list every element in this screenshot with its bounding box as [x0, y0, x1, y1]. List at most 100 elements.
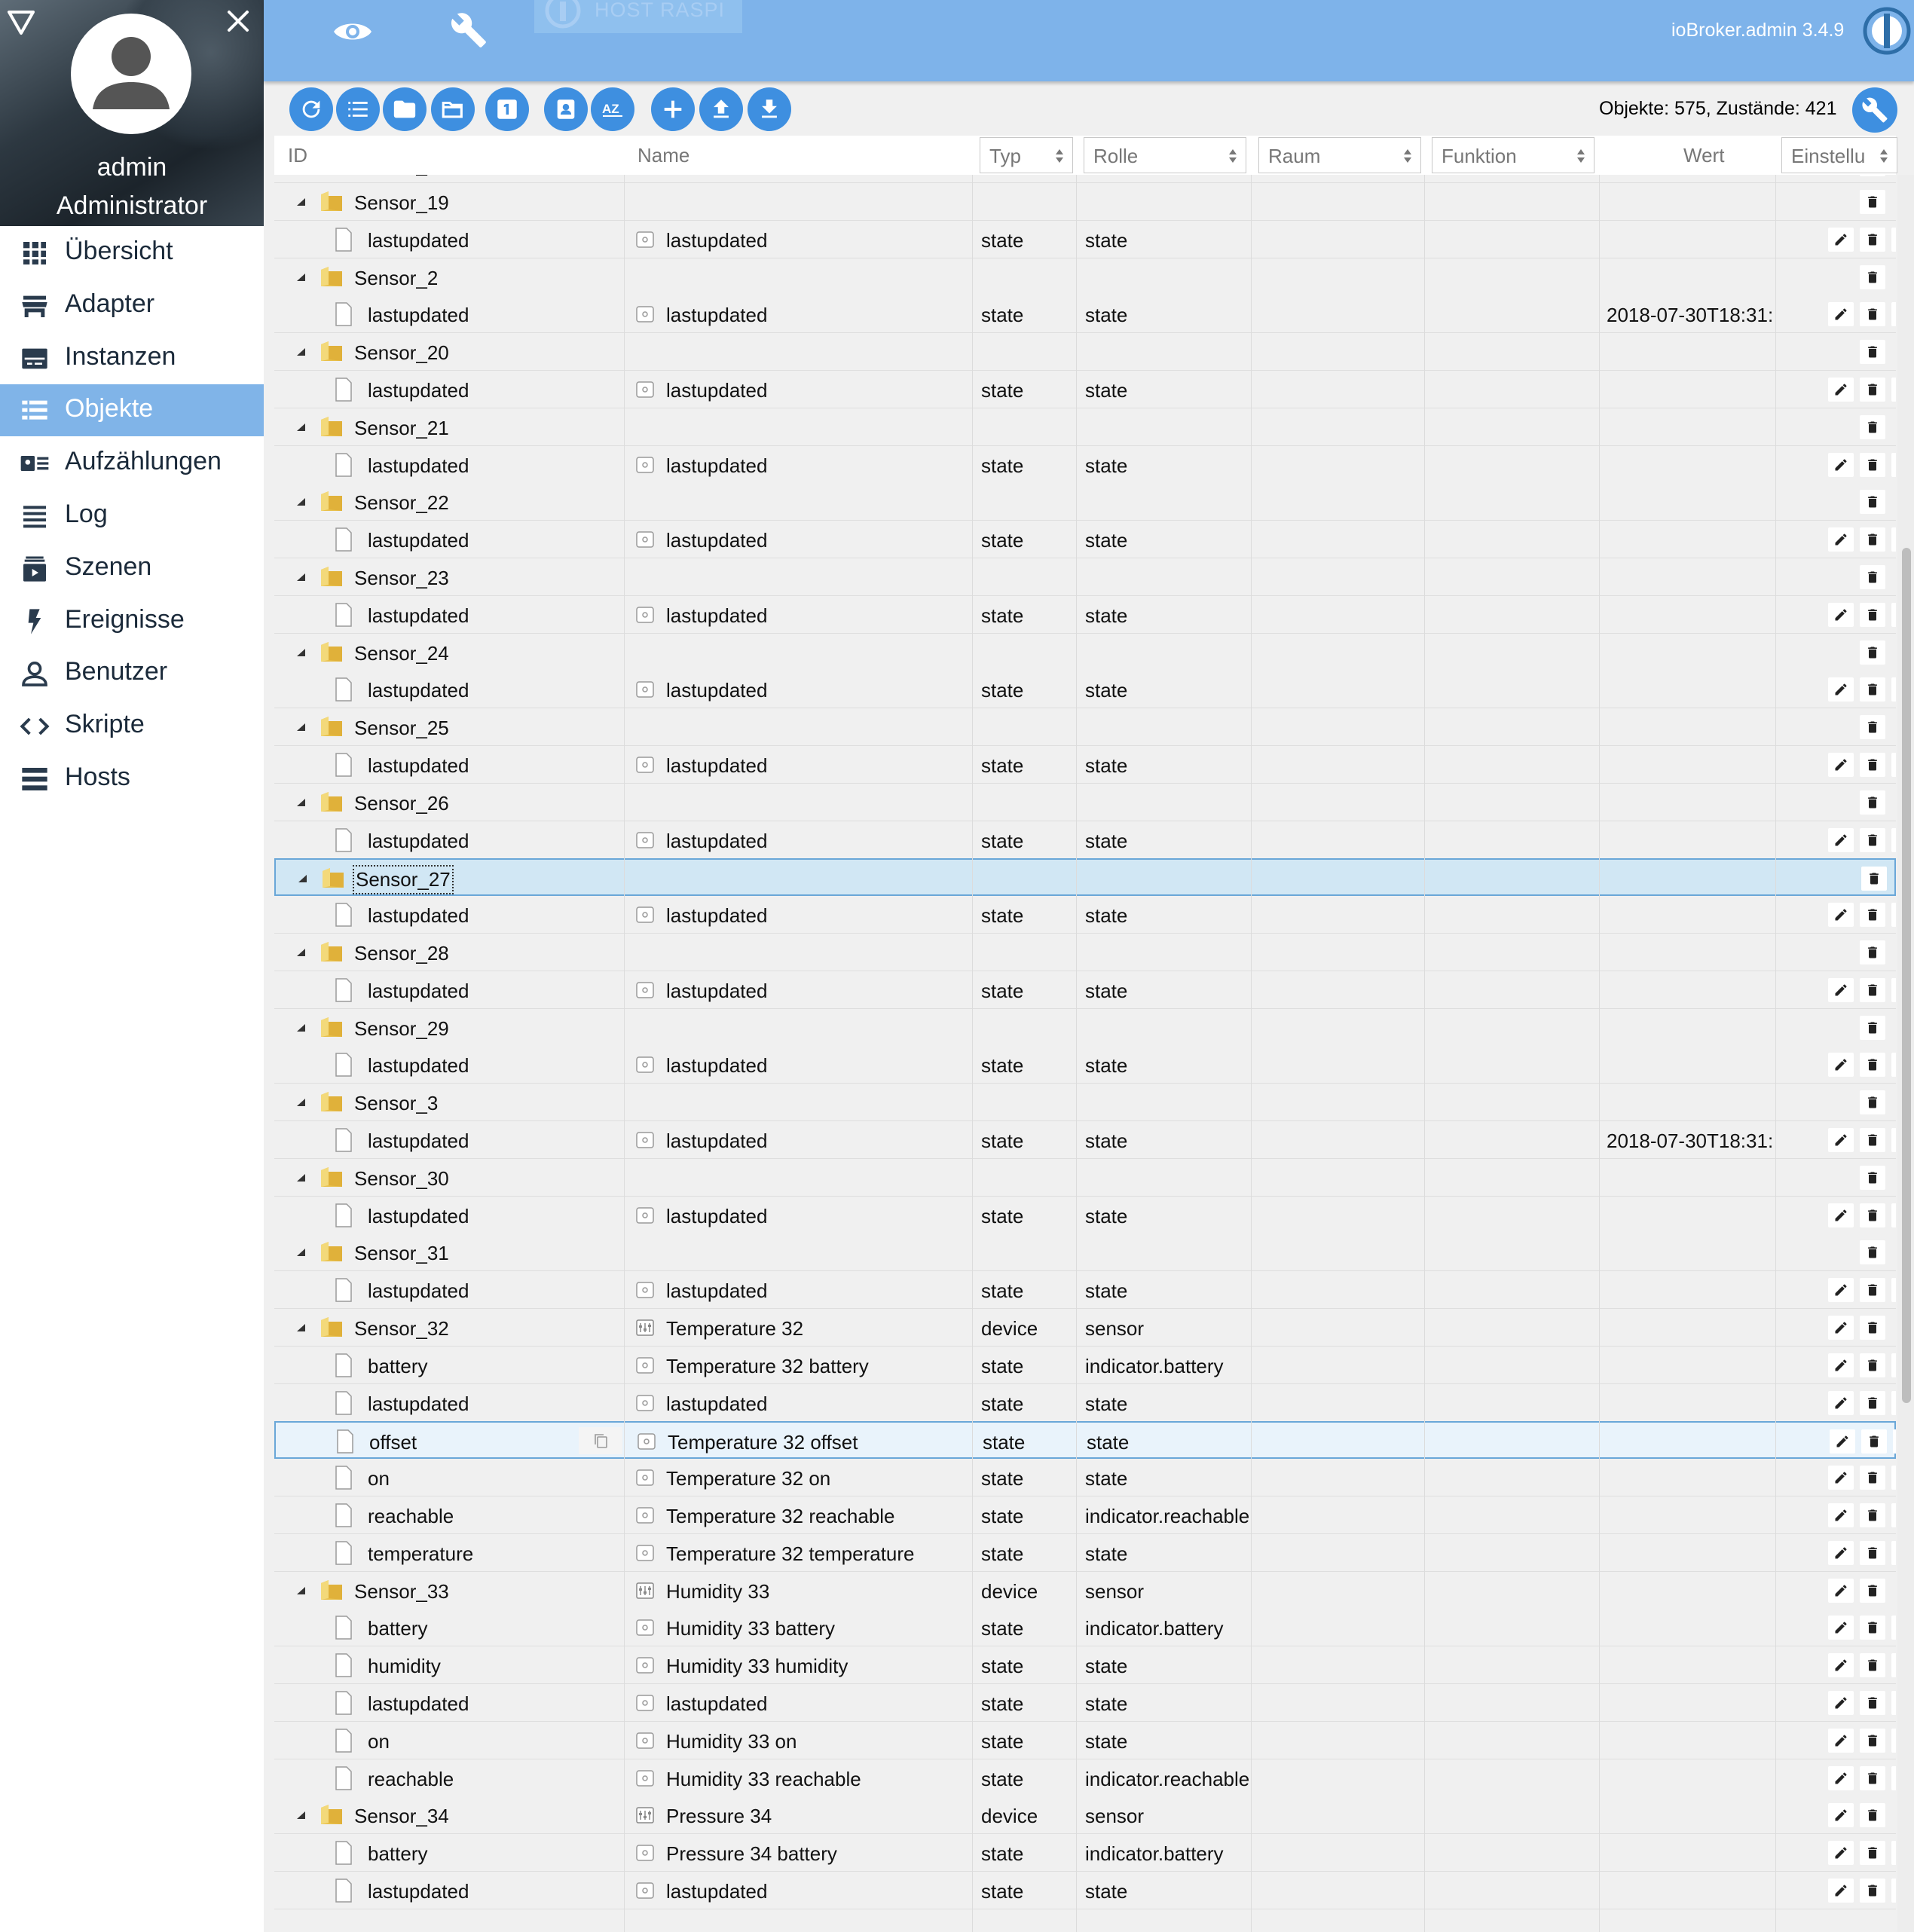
edit-button[interactable]	[1828, 1128, 1854, 1152]
table-row[interactable]: lastupdated lastupdated state state 2018-07-…	[274, 295, 1896, 334]
column-value[interactable]: Wert	[1604, 137, 1777, 173]
table-row[interactable]: Sensor_22	[274, 483, 1896, 521]
delete-button[interactable]	[1860, 414, 1885, 439]
collapse-all-button[interactable]	[383, 87, 427, 131]
edit-button[interactable]	[1828, 227, 1854, 252]
custom-settings-button[interactable]	[1891, 1353, 1896, 1377]
table-row[interactable]: lastupdated lastupdated state state	[274, 220, 1896, 258]
table-row[interactable]: lastupdated lastupdated state state	[274, 595, 1896, 634]
edit-button[interactable]	[1828, 1803, 1854, 1828]
delete-button[interactable]	[1860, 1240, 1885, 1265]
edit-button[interactable]	[1828, 378, 1854, 402]
custom-settings-button[interactable]	[1891, 1691, 1896, 1715]
tree-expand-icon[interactable]	[295, 273, 306, 282]
tree-expand-icon[interactable]	[295, 573, 306, 582]
edit-button[interactable]	[1828, 302, 1854, 327]
custom-settings-button[interactable]	[1893, 1429, 1896, 1454]
edit-button[interactable]	[1828, 827, 1854, 852]
wrench-icon[interactable]	[450, 9, 488, 51]
delete-button[interactable]	[1860, 264, 1885, 289]
delete-button[interactable]	[1860, 640, 1885, 665]
custom-settings-button[interactable]	[1891, 1203, 1896, 1227]
edit-button[interactable]	[1828, 1616, 1854, 1640]
tree-expand-icon[interactable]	[297, 874, 307, 883]
edit-button[interactable]	[1828, 1691, 1854, 1715]
table-row-partial[interactable]: Sensor_18 Dimmschalter device sensor	[274, 175, 1896, 184]
custom-settings-button[interactable]	[1891, 1128, 1896, 1152]
edit-button[interactable]	[1828, 677, 1854, 702]
table-row[interactable]: lastupdated lastupdated state state 2018-07-…	[274, 1121, 1896, 1159]
tree-expand-icon[interactable]	[295, 1248, 306, 1257]
delete-button[interactable]	[1860, 302, 1885, 327]
row-id[interactable]: Sensor_27	[353, 865, 454, 895]
toggle-single-button[interactable]	[485, 87, 529, 131]
nav-item-log[interactable]: Log	[0, 490, 264, 542]
table-row[interactable]: on Humidity 33 on state state	[274, 1721, 1896, 1759]
edit-button[interactable]	[1830, 1429, 1855, 1454]
filter-function[interactable]: Funktion	[1432, 137, 1594, 173]
table-row[interactable]: Sensor_28	[274, 934, 1896, 971]
edit-button[interactable]	[1828, 1503, 1854, 1527]
table-row[interactable]: lastupdated lastupdated state state	[274, 1046, 1896, 1084]
table-row[interactable]: lastupdated lastupdated state state	[274, 1196, 1896, 1234]
delete-button[interactable]	[1860, 490, 1885, 515]
nav-item-aufzaehlungen[interactable]: Aufzählungen	[0, 437, 264, 489]
add-button[interactable]	[651, 87, 695, 131]
table-row[interactable]: lastupdated lastupdated state state	[274, 1684, 1896, 1722]
tree-expand-icon[interactable]	[295, 1323, 306, 1332]
table-row[interactable]: battery Temperature 32 battery state indica…	[274, 1346, 1896, 1384]
settings-button[interactable]	[1852, 87, 1897, 133]
refresh-button[interactable]	[289, 87, 333, 131]
tree-expand-icon[interactable]	[295, 1098, 306, 1107]
table-row[interactable]: reachable Temperature 32 reachable state in…	[274, 1496, 1896, 1534]
custom-settings-button[interactable]	[1891, 1879, 1896, 1903]
tree-expand-icon[interactable]	[295, 948, 306, 957]
delete-button[interactable]	[1860, 1090, 1885, 1115]
edit-button[interactable]	[1828, 753, 1854, 777]
table-row[interactable]: lastupdated lastupdated state state	[274, 371, 1896, 408]
table-row[interactable]: Sensor_21	[274, 408, 1896, 446]
edit-button[interactable]	[1828, 1653, 1854, 1678]
edit-button[interactable]	[1828, 452, 1854, 477]
edit-button[interactable]	[1828, 977, 1854, 1002]
scrollbar-thumb[interactable]	[1902, 548, 1911, 1403]
delete-button[interactable]	[1860, 1841, 1885, 1866]
download-button[interactable]	[748, 87, 791, 131]
table-row[interactable]: lastupdated lastupdated state state	[274, 896, 1896, 934]
sort-az-button[interactable]: AZ	[591, 87, 634, 131]
custom-settings-button[interactable]	[1891, 1053, 1896, 1078]
edit-button[interactable]	[1828, 1765, 1854, 1790]
table-row[interactable]: Sensor_2	[274, 258, 1896, 296]
custom-settings-button[interactable]	[1891, 827, 1896, 852]
custom-settings-button[interactable]	[1891, 977, 1896, 1002]
delete-button[interactable]	[1860, 1203, 1885, 1227]
custom-settings-button[interactable]	[1891, 1765, 1896, 1790]
delete-button[interactable]	[1860, 1540, 1885, 1565]
filter-room[interactable]: Raum	[1258, 137, 1421, 173]
custom-settings-button[interactable]	[1891, 302, 1896, 327]
table-row[interactable]: Sensor_27	[274, 858, 1896, 897]
nav-item-szenen[interactable]: Szenen	[0, 543, 264, 595]
custom-settings-button[interactable]	[1891, 1540, 1896, 1565]
delete-button[interactable]	[1860, 677, 1885, 702]
custom-settings-button[interactable]	[1891, 1728, 1896, 1753]
avatar[interactable]	[70, 13, 192, 135]
menu-toggle-icon[interactable]	[6, 8, 36, 38]
close-icon[interactable]	[223, 6, 253, 36]
tree-expand-icon[interactable]	[295, 347, 306, 356]
delete-button[interactable]	[1860, 1316, 1885, 1340]
table-row[interactable]: Sensor_33 Humidity 33 device sensor	[274, 1571, 1896, 1609]
custom-settings-button[interactable]	[1891, 677, 1896, 702]
filter-settings[interactable]: Einstellu	[1781, 137, 1897, 173]
custom-settings-button[interactable]	[1891, 527, 1896, 552]
delete-button[interactable]	[1860, 1691, 1885, 1715]
table-row[interactable]: on Temperature 32 on state state	[274, 1459, 1896, 1497]
table-row[interactable]: Sensor_19	[274, 183, 1896, 221]
custom-settings-button[interactable]	[1891, 1616, 1896, 1640]
tree-expand-icon[interactable]	[295, 423, 306, 432]
tree-expand-icon[interactable]	[295, 1173, 306, 1182]
filter-type[interactable]: Typ	[980, 137, 1073, 173]
column-name[interactable]: Name	[624, 137, 971, 173]
delete-button[interactable]	[1860, 1765, 1885, 1790]
delete-button[interactable]	[1860, 977, 1885, 1002]
